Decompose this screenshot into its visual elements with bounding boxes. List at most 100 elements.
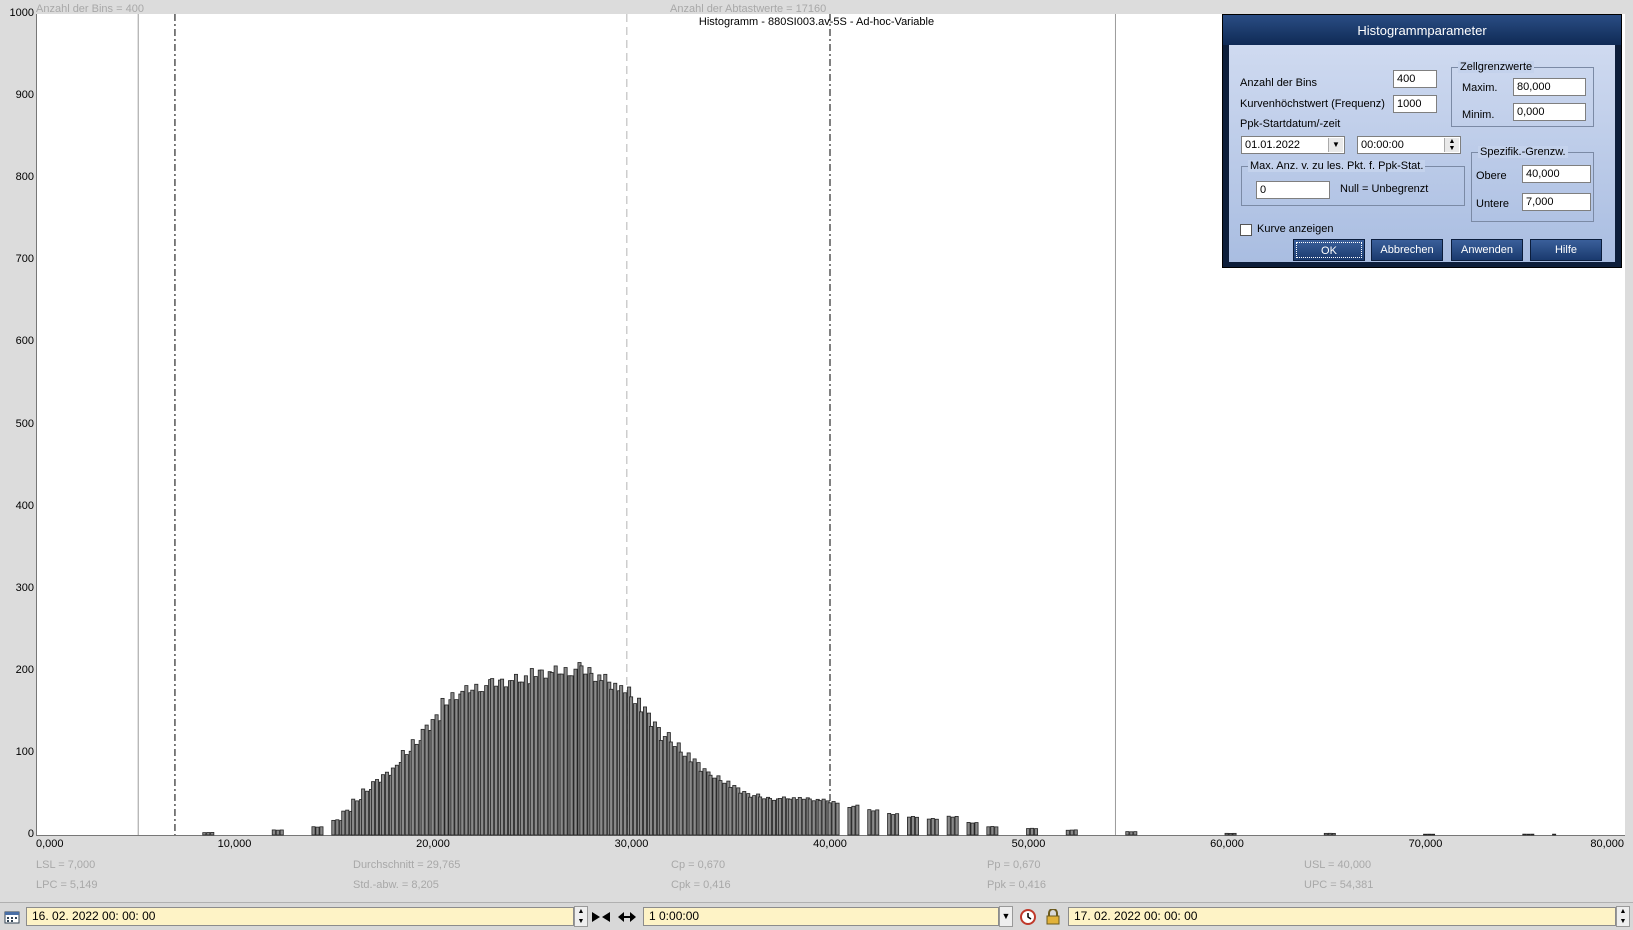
lpc-stat: LPC = 5,149 [36,879,98,891]
histogram-bar [490,678,495,836]
histogram-bar [523,675,528,836]
histogram-bar [1030,827,1035,836]
histogram-bar [1026,828,1031,836]
histogram-bar [519,681,524,836]
histogram-bar [335,819,340,836]
x-tick-label: 70,000 [1408,838,1443,850]
y-tick-label: 500 [15,417,34,430]
histogram-bar [875,809,880,836]
histogram-bar [974,822,979,836]
histogram-bar [1224,832,1229,836]
histogram-bar [424,724,429,836]
help-button[interactable]: Hilfe [1530,239,1602,261]
max-points-title: Max. Anz. v. zu les. Pkt. f. Ppk-Stat. [1248,160,1426,172]
expand-range-icon[interactable] [617,907,637,926]
upper-input[interactable]: 40,000 [1522,165,1591,183]
duration-dropdown-icon[interactable]: ▼ [999,906,1013,927]
std-dev-stat: Std.-abw. = 8,205 [353,879,439,891]
spec-limits-title: Spezifik.-Grenzw. [1478,146,1568,158]
calendar-icon[interactable] [2,907,22,926]
histogram-bar [1331,832,1336,836]
histogram-bar [593,680,598,836]
histogram-bar [692,758,697,836]
ppk-date-dropdown[interactable]: 01.01.2022 ▼ [1241,136,1345,154]
histogram-bar [742,791,747,836]
histogram-bar [599,680,604,836]
histogram-bar [573,668,578,836]
histogram-bar [966,822,971,836]
histogram-bar [553,665,558,836]
histogram-bar [702,768,707,836]
curve-max-label: Kurvenhöchstwert (Frequenz) [1240,98,1385,110]
histogram-bar [279,829,284,836]
cancel-button[interactable]: Abbrechen [1371,239,1443,261]
histogram-bar [400,750,405,836]
histogram-bar [732,785,737,836]
max-points-group: Max. Anz. v. zu les. Pkt. f. Ppk-Stat. 0… [1241,160,1465,206]
chevron-down-icon[interactable]: ▼ [1328,138,1343,152]
histogram-bar [926,818,931,836]
duration-field[interactable]: 1 0:00:00 [643,907,999,926]
ppk-time-input[interactable]: 00:00:00 ▲ ▼ [1357,136,1461,154]
end-time-field[interactable]: 17. 02. 2022 00: 00: 00 [1068,907,1616,926]
histogram-bar [365,790,370,836]
histogram-bar [990,826,995,836]
histogram-bar [543,677,548,836]
histogram-bar [1552,833,1557,836]
histogram-bar [440,697,445,836]
histogram-bar [648,725,653,836]
time-toolbar: 16. 02. 2022 00: 00: 00 ▲ ▼ 1 0:00:00 ▼ 1… [0,902,1633,930]
histogram-bar [831,801,836,836]
histogram-bar [970,822,975,836]
histogram-bar [331,819,336,836]
shrink-range-icon[interactable] [591,907,611,926]
histogram-bar [210,832,215,836]
histogram-bar [712,777,717,836]
histogram-bar [275,829,280,836]
usl-stat: USL = 40,000 [1304,859,1372,871]
histogram-bar [355,800,360,836]
histogram-bar [583,673,588,836]
time-spinner-icon[interactable]: ▲ ▼ [1444,138,1459,152]
start-time-field[interactable]: 16. 02. 2022 00: 00: 00 [26,907,574,926]
histogram-bar [994,826,999,836]
cell-limits-group: Zellgrenzwerte Maxim. 80,000 Minim. 0,00… [1451,61,1594,127]
lower-input[interactable]: 7,000 [1522,193,1591,211]
histogram-bar [722,782,727,836]
max-points-input[interactable]: 0 [1256,181,1330,199]
y-tick-label: 300 [15,581,34,594]
histogram-bar [579,665,584,836]
histogram-bar [787,798,792,836]
histogram-bar [504,686,509,836]
histogram-bar [1228,833,1233,836]
lsl-stat: LSL = 7,000 [36,859,96,871]
show-curve-checkbox[interactable] [1240,224,1252,236]
lock-icon[interactable] [1043,907,1063,926]
bins-input[interactable]: 400 [1393,70,1437,88]
max-input[interactable]: 80,000 [1513,78,1586,96]
histogram-bar [351,798,356,836]
clock-icon[interactable] [1018,907,1038,926]
histogram-bar [1327,832,1332,836]
histogram-bar [821,798,826,836]
histogram-bar [914,816,919,836]
curve-max-input[interactable]: 1000 [1393,95,1437,113]
x-tick-label: 10,000 [217,838,252,850]
histogram-bar [470,689,475,836]
min-label: Minim. [1462,109,1495,121]
histogram-bar [559,673,564,836]
y-tick-label: 700 [15,253,34,266]
histogram-bar [464,685,469,836]
dialog-title[interactable]: Histogrammparameter [1223,15,1621,45]
histogram-bar [623,692,628,836]
start-time-spinner[interactable]: ▲ ▼ [574,906,588,927]
end-time-spinner[interactable]: ▲ ▼ [1616,906,1630,927]
histogram-bar [835,802,840,836]
histogram-bar [752,795,757,836]
min-input[interactable]: 0,000 [1513,103,1586,121]
apply-button[interactable]: Anwenden [1451,239,1523,261]
ok-button[interactable]: OK [1293,239,1365,261]
histogram-bar [404,754,409,836]
histogram-bar [708,774,713,836]
y-tick-label: 0 [27,828,34,840]
